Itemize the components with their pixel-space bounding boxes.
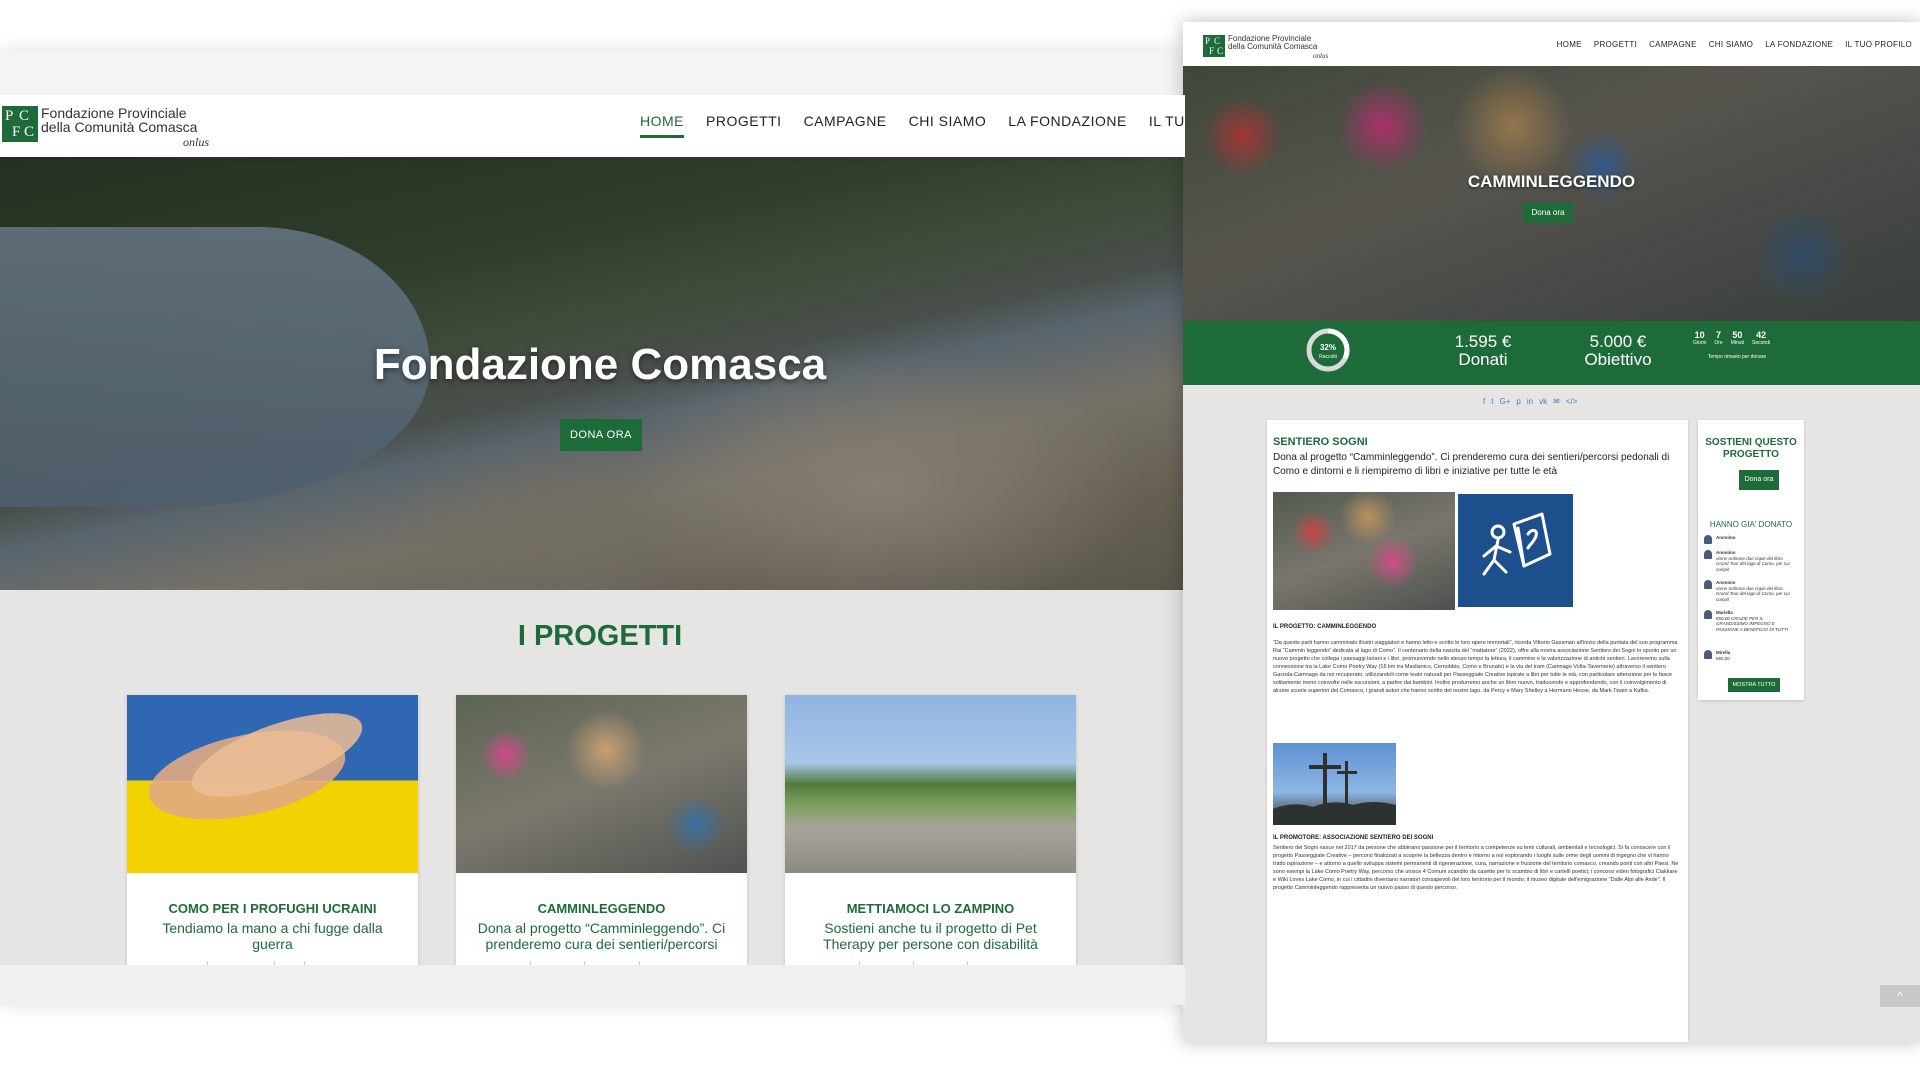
campaign-stats-bar: 32% Raccolti 1.595 € Donati 5.000 € Obie… bbox=[1183, 321, 1920, 385]
nav-il-tuo-profilo[interactable]: IL TUO PROFILO bbox=[1845, 40, 1912, 49]
sidebar-dona-ora-button[interactable]: Dona ora bbox=[1739, 470, 1779, 490]
card-image-hands-flag bbox=[127, 695, 418, 873]
nav-home[interactable]: HOME bbox=[640, 113, 684, 138]
scroll-top-button[interactable]: ^ bbox=[1880, 985, 1920, 1007]
vk-icon[interactable]: vk bbox=[1539, 397, 1547, 406]
card-title: CAMMINLEGGENDO bbox=[537, 901, 666, 916]
dona-ora-button[interactable]: Dona ora bbox=[1523, 203, 1573, 223]
user-icon bbox=[1704, 550, 1712, 559]
card-desc: Tendiamo la mano a chi fugge dalla guerr… bbox=[162, 920, 383, 952]
browser-bottom-strip bbox=[0, 965, 1185, 1005]
content-title: SENTIERO SOGNI bbox=[1273, 436, 1368, 448]
nav-la-fondazione[interactable]: LA FONDAZIONE bbox=[1008, 113, 1127, 138]
campaign-content: SENTIERO SOGNI Dona al progetto “Camminl… bbox=[1267, 420, 1688, 1042]
walking-reader-icon bbox=[1482, 512, 1552, 576]
share-bar: f t G+ p in vk ✉ </> bbox=[1483, 397, 1577, 406]
content-lead: Dona al progetto “Camminleggendo”. Ci pr… bbox=[1273, 452, 1670, 477]
walking-reader-logo bbox=[1458, 494, 1573, 607]
logo-line2: della Comunità Comasca bbox=[41, 119, 198, 135]
main-nav: HOME PROGETTI CAMPAGNE CHI SIAMO LA FOND… bbox=[1557, 40, 1912, 49]
card-title: COMO PER I PROFUGHI UCRAINI bbox=[168, 901, 377, 916]
donor-item: Mirella €50,00 bbox=[1704, 650, 1796, 661]
card-image-park-walk bbox=[785, 695, 1076, 873]
sidebar-title: SOSTIENI QUESTO PROGETTO bbox=[1705, 437, 1797, 460]
countdown-minutes: 50 Minuti bbox=[1730, 330, 1745, 346]
main-nav: HOME PROGETTI CAMPAGNE CHI SIAMO LA FOND… bbox=[640, 113, 1185, 138]
hero-title: Fondazione Comasca bbox=[373, 340, 827, 389]
nav-progetti[interactable]: PROGETTI bbox=[1594, 40, 1637, 49]
section-text-promotore: Sentiero dei Sogni nasce nel 2017 da per… bbox=[1273, 845, 1679, 891]
goal-stat: 5.000 € Obiettivo bbox=[1584, 332, 1652, 369]
dona-ora-button[interactable]: DONA ORA bbox=[560, 419, 642, 451]
group-photo bbox=[1273, 492, 1455, 610]
nav-chi-siamo[interactable]: CHI SIAMO bbox=[1709, 40, 1753, 49]
hero-banner: Fondazione Comasca DONA ORA bbox=[0, 157, 1185, 590]
linkedin-icon[interactable]: in bbox=[1527, 397, 1533, 406]
logo-onlus: onlus bbox=[1313, 52, 1329, 60]
section-text-progetto: “Da queste parti hanno camminato illustr… bbox=[1273, 640, 1678, 694]
site-logo[interactable]: PC FC Fondazione Provinciale della Comun… bbox=[1203, 35, 1328, 60]
logo-line2: della Comunità Comasca bbox=[1228, 42, 1318, 51]
logo-mark-icon: PC FC bbox=[2, 106, 38, 142]
browser-top-strip bbox=[0, 50, 1185, 95]
donated-stat: 1.595 € Donati bbox=[1454, 332, 1512, 369]
countdown-days: 10 Giorni bbox=[1693, 330, 1707, 346]
progress-percent: 32% bbox=[1319, 343, 1336, 352]
countdown: 10 Giorni 7 Ore 50 Minuti 42 Secondi bbox=[1693, 330, 1770, 346]
project-card-zampino[interactable]: METTIAMOCI LO ZAMPINO Sostieni anche tu … bbox=[785, 695, 1076, 975]
project-card-camminleggendo[interactable]: CAMMINLEGGENDO Dona al progetto “Camminl… bbox=[456, 695, 747, 975]
site-header: PC FC Fondazione Provinciale della Comun… bbox=[0, 95, 1185, 157]
user-icon bbox=[1704, 610, 1712, 619]
countdown-seconds: 42 Secondi bbox=[1752, 330, 1771, 346]
donor-item: Anonimo bbox=[1704, 535, 1796, 544]
nav-chi-siamo[interactable]: CHI SIAMO bbox=[909, 113, 987, 138]
pinterest-icon[interactable]: p bbox=[1516, 397, 1520, 406]
nav-progetti[interactable]: PROGETTI bbox=[706, 113, 782, 138]
logo-line1: Fondazione Provinciale bbox=[41, 105, 187, 121]
campaign-title: CAMMINLEGGENDO bbox=[1467, 172, 1636, 191]
user-icon bbox=[1704, 535, 1712, 544]
cross-summit-photo bbox=[1273, 743, 1396, 825]
logo-mark-icon: PC FC bbox=[1203, 35, 1225, 57]
nav-campagne[interactable]: CAMPAGNE bbox=[1649, 40, 1697, 49]
donor-item: Mariella €50,00 GRAZIE PER IL GRANDISSIMO… bbox=[1704, 610, 1796, 632]
progetti-section: I PROGETTI COMO PER I PROFUGHI UCRAINI T… bbox=[0, 590, 1185, 1005]
countdown-note: Tempo rimasto per donare bbox=[1707, 354, 1767, 360]
progress-label: Raccolti bbox=[1319, 354, 1337, 360]
logo-onlus: onlus bbox=[183, 135, 210, 149]
email-icon[interactable]: ✉ bbox=[1553, 397, 1560, 406]
section-heading-promotore: IL PROMOTORE: ASSOCIAZIONE SENTIERO DEI … bbox=[1273, 835, 1434, 841]
embed-icon[interactable]: </> bbox=[1566, 397, 1578, 406]
campaign-hero: CAMMINLEGGENDO Dona ora bbox=[1183, 66, 1920, 321]
card-title: METTIAMOCI LO ZAMPINO bbox=[846, 901, 1015, 916]
site-header: PC FC Fondazione Provinciale della Comun… bbox=[1183, 22, 1920, 66]
nav-il-tuo-profilo[interactable]: IL TUO PROFILO bbox=[1149, 113, 1185, 138]
project-card-ucraini[interactable]: COMO PER I PROFUGHI UCRAINI Tendiamo la … bbox=[127, 695, 418, 975]
user-icon bbox=[1704, 580, 1712, 589]
facebook-icon[interactable]: f bbox=[1483, 397, 1485, 406]
donor-item: Anonimo vorrei ordinare due copie del lib… bbox=[1704, 580, 1796, 602]
mostra-tutto-button[interactable]: MOSTRA TUTTO bbox=[1728, 678, 1780, 692]
nav-la-fondazione[interactable]: LA FONDAZIONE bbox=[1765, 40, 1833, 49]
nav-home[interactable]: HOME bbox=[1557, 40, 1582, 49]
twitter-icon[interactable]: t bbox=[1491, 397, 1493, 406]
card-desc: Dona al progetto “Camminleggendo”. Ci pr… bbox=[477, 920, 726, 952]
section-heading-progetto: IL PROGETTO: CAMMINLEGGENDO bbox=[1273, 624, 1377, 630]
sidebar-donors-title: HANNO GIA' DONATO bbox=[1709, 520, 1793, 529]
google-plus-icon[interactable]: G+ bbox=[1499, 397, 1510, 406]
user-icon bbox=[1704, 650, 1712, 659]
nav-campagne[interactable]: CAMPAGNE bbox=[804, 113, 887, 138]
left-screenshot: PC FC Fondazione Provinciale della Comun… bbox=[0, 50, 1185, 1005]
progetti-title: I PROGETTI bbox=[517, 620, 683, 652]
donate-sidebar: SOSTIENI QUESTO PROGETTO Dona ora HANNO … bbox=[1698, 420, 1804, 700]
card-image-group-reading bbox=[456, 695, 747, 873]
site-logo[interactable]: PC FC Fondazione Provinciale della Comun… bbox=[2, 106, 209, 149]
card-desc: Sostieni anche tu il progetto di Pet The… bbox=[823, 920, 1038, 952]
donor-item: Anonimo vorrei ordinare due copie del lib… bbox=[1704, 550, 1796, 572]
countdown-hours: 7 Ore bbox=[1714, 330, 1723, 346]
right-screenshot: PC FC Fondazione Provinciale della Comun… bbox=[1183, 22, 1920, 1042]
